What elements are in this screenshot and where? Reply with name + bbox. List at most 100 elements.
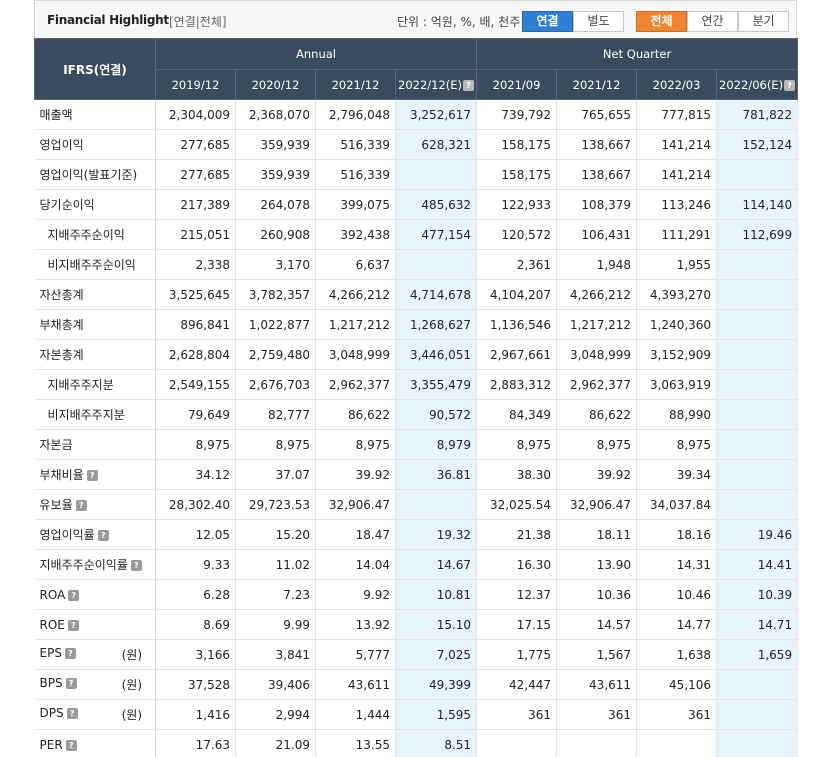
table-cell: 4,714,678	[395, 279, 478, 310]
column-header-label: 2022/12(E)	[398, 77, 463, 92]
table-cell	[716, 729, 799, 757]
table-cell: 3,841	[235, 639, 316, 670]
table-cell	[476, 729, 558, 757]
row-label-text: 영업이익(발표기준)	[39, 168, 138, 182]
financial-highlight-table: IFRS(연결) Annual Net Quarter 2019/12 2020/…	[34, 38, 799, 757]
table-row: 영업이익(발표기준) 277,685 359,939 516,339 158,175 13…	[34, 159, 799, 190]
table-cell	[395, 159, 478, 190]
quarter-button[interactable]: 분기	[738, 11, 789, 32]
column-header: 2021/12	[556, 69, 638, 100]
table-cell: 260,908	[235, 219, 316, 250]
table-cell: 1,775	[476, 639, 558, 670]
row-label-text: 자본총계	[39, 348, 84, 362]
help-icon[interactable]: ?	[784, 79, 796, 91]
table-row: 자산총계 3,525,645 3,782,357 4,266,212 4,714,678…	[34, 279, 799, 310]
row-label-text: 부채비율	[39, 468, 84, 482]
row-label: 자본금	[34, 429, 156, 460]
table-cell: 6,637	[315, 249, 396, 280]
table-cell: 10.81	[395, 579, 478, 610]
table-row: ROA? 6.28 7.23 9.92 10.81 12.37 10.36 10.46 10.3…	[34, 579, 799, 610]
table-cell: 3,048,999	[315, 339, 396, 370]
row-label-text: 부채총계	[39, 318, 84, 332]
table-cell: 82,777	[235, 399, 316, 430]
table-cell: 3,446,051	[395, 339, 478, 370]
table-row: DPS? (원) 1,416 2,994 1,444 1,595 361 361 361	[34, 699, 799, 730]
table-cell: 28,302.40	[155, 489, 236, 520]
table-cell: 42,447	[476, 669, 558, 700]
table-cell: 10.46	[636, 579, 718, 610]
all-period-button[interactable]: 전체	[636, 11, 687, 32]
table-cell: 2,759,480	[235, 339, 316, 370]
table-cell: 13.90	[556, 549, 638, 580]
table-cell: 18.47	[315, 519, 396, 550]
table-row: 부채총계 896,841 1,022,877 1,217,212 1,268,627 1,…	[34, 309, 799, 340]
row-label: 부채총계	[34, 309, 156, 340]
table-cell: 14.57	[556, 609, 638, 640]
table-cell: 896,841	[155, 309, 236, 340]
column-header: 2022/12(E)?	[394, 69, 478, 100]
table-cell: 3,152,909	[636, 339, 718, 370]
row-label: 지배주주순이익	[34, 219, 156, 250]
annual-button[interactable]: 연간	[687, 11, 738, 32]
table-cell	[716, 159, 799, 190]
help-icon[interactable]: ?	[64, 648, 76, 659]
help-icon[interactable]: ?	[65, 678, 77, 689]
row-label: 비지배주주지분	[34, 399, 156, 430]
table-cell: 3,063,919	[636, 369, 718, 400]
table-cell: 111,291	[636, 219, 718, 250]
table-cell	[716, 429, 799, 460]
table-cell: 1,948	[556, 249, 638, 280]
table-cell: 1,444	[315, 699, 396, 730]
column-header-label: 2021/12	[572, 77, 621, 92]
row-label: ROA?	[34, 579, 156, 610]
help-icon[interactable]: ?	[130, 560, 142, 571]
table-cell: 1,659	[716, 639, 799, 670]
row-label-text: 유보율	[39, 498, 73, 512]
table-cell: 49,399	[395, 669, 478, 700]
table-row: 비지배주주순이익 2,338 3,170 6,637 2,361 1,948 1,955	[34, 249, 799, 280]
table-cell: 2,796,048	[315, 99, 396, 130]
table-cell	[716, 669, 799, 700]
table-cell	[716, 459, 799, 490]
consolidated-button[interactable]: 연결	[522, 11, 573, 32]
table-cell	[716, 249, 799, 280]
table-cell: 1,217,212	[556, 309, 638, 340]
table-cell: 34.12	[155, 459, 236, 490]
table-cell: 359,939	[235, 129, 316, 160]
help-icon[interactable]: ?	[463, 79, 475, 91]
table-cell: 8,979	[395, 429, 478, 460]
help-icon[interactable]: ?	[86, 470, 98, 481]
row-label: PER?	[34, 729, 156, 757]
row-label: DPS? (원)	[34, 699, 156, 730]
help-icon[interactable]: ?	[67, 619, 79, 631]
table-cell: 392,438	[315, 219, 396, 250]
table-cell: 1,217,212	[315, 309, 396, 340]
table-cell: 141,214	[636, 159, 718, 190]
table-cell: 361	[556, 699, 638, 730]
row-label: 유보율?	[34, 489, 156, 520]
help-icon[interactable]: ?	[65, 739, 77, 751]
table-cell: 106,431	[556, 219, 638, 250]
quarter-group-header: Net Quarter	[476, 38, 799, 70]
help-icon[interactable]: ?	[68, 589, 80, 601]
row-unit: (원)	[121, 678, 142, 692]
help-icon[interactable]: ?	[75, 500, 87, 511]
help-icon[interactable]: ?	[97, 530, 109, 541]
table-cell: 2,967,661	[476, 339, 558, 370]
table-cell: 14.71	[716, 609, 799, 640]
column-header-label: 2020/12	[251, 77, 300, 92]
table-cell: 29,723.53	[235, 489, 316, 520]
table-cell: 264,078	[235, 189, 316, 220]
table-cell	[395, 249, 478, 280]
table-cell: 138,667	[556, 129, 638, 160]
row-label: 비지배주주순이익	[34, 249, 156, 280]
table-row: EPS? (원) 3,166 3,841 5,777 7,025 1,775 1,567 1,6…	[34, 639, 799, 670]
table-cell: 217,389	[155, 189, 236, 220]
help-icon[interactable]: ?	[66, 708, 78, 719]
table-cell: 39,406	[235, 669, 316, 700]
separate-button[interactable]: 별도	[573, 11, 624, 32]
table-cell: 2,676,703	[235, 369, 316, 400]
table-cell: 1,638	[636, 639, 718, 670]
table-cell: 765,655	[556, 99, 638, 130]
table-cell	[716, 339, 799, 370]
